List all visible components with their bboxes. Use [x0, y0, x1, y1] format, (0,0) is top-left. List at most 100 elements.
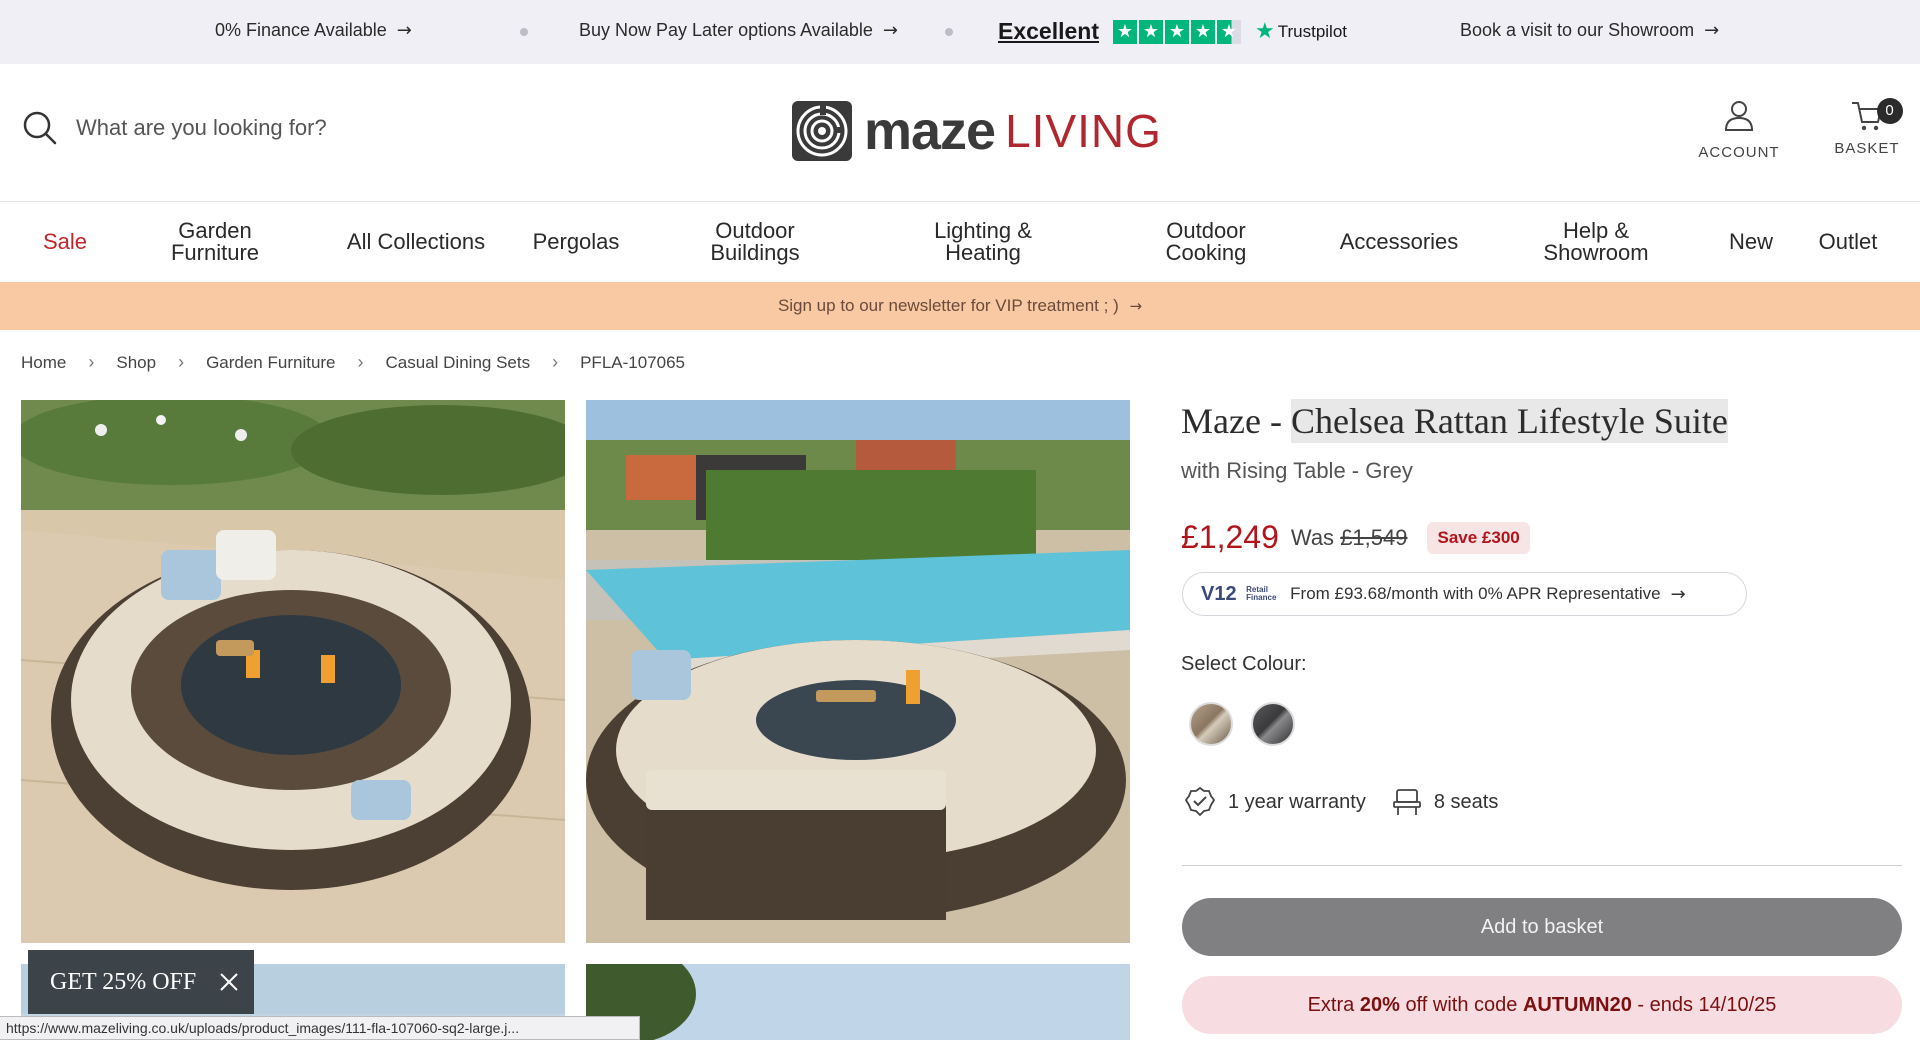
breadcrumb-casual-dining-sets[interactable]: Casual Dining Sets	[386, 353, 531, 373]
logo-subword: LIVING	[1005, 105, 1162, 157]
chevron-right-icon: ›	[552, 352, 559, 372]
breadcrumb-garden-furniture[interactable]: Garden Furniture	[206, 353, 335, 373]
product-features: 1 year warranty 8 seats	[1184, 786, 1498, 818]
breadcrumb-home[interactable]: Home	[21, 353, 66, 373]
was-label: Was	[1290, 524, 1335, 550]
star-half-icon: ★	[1217, 19, 1241, 44]
v12-logo: V12 Retail Finance	[1201, 583, 1280, 606]
separator-dot	[945, 28, 953, 36]
promo-code: AUTUMN20	[1522, 994, 1632, 1016]
arrow-right-icon: →	[396, 20, 412, 41]
maze-logo-icon	[792, 101, 852, 161]
save-badge: Save £300	[1427, 521, 1530, 554]
arrow-right-icon: →	[1129, 297, 1143, 315]
promo-mid: off with code	[1405, 994, 1518, 1016]
arrow-right-icon: →	[882, 20, 898, 41]
nav-accessories[interactable]: Accessories	[1329, 202, 1469, 282]
star-icon: ★	[1191, 19, 1215, 44]
showroom-link[interactable]: Book a visit to our Showroom →	[1460, 20, 1719, 41]
arrow-right-icon: →	[1670, 583, 1686, 605]
current-price: £1,249	[1181, 519, 1279, 555]
newsletter-text: Sign up to our newsletter for VIP treatm…	[777, 296, 1119, 315]
finance-offer-button[interactable]: V12 Retail Finance From £93.68/month wit…	[1182, 572, 1747, 616]
search-icon[interactable]	[22, 110, 58, 146]
product-image-1[interactable]	[21, 400, 565, 943]
nav-outlet[interactable]: Outlet	[1810, 202, 1886, 282]
bnpl-text: Buy Now Pay Later options Available	[579, 20, 873, 40]
was-price: Was £1,549	[1291, 525, 1408, 551]
product-image-2[interactable]	[586, 400, 1130, 943]
basket-count-badge: 0	[1877, 98, 1903, 124]
nav-lighting-heating[interactable]: Lighting & Heating	[918, 202, 1048, 282]
trustpilot-logo: ★ Trustpilot	[1255, 19, 1347, 44]
star-icon: ★	[1139, 19, 1163, 44]
trustpilot-rating: Excellent	[998, 18, 1099, 44]
chevron-right-icon: ›	[178, 352, 185, 372]
price-row: £1,249 Was £1,549 Save £300	[1181, 519, 1530, 556]
was-price-value: £1,549	[1340, 524, 1408, 550]
breadcrumb-current: PFLA-107065	[580, 352, 685, 372]
breadcrumb-shop[interactable]: Shop	[116, 353, 156, 373]
arrow-right-icon: →	[1704, 20, 1720, 41]
chevron-right-icon: ›	[88, 352, 95, 372]
chevron-right-icon: ›	[357, 352, 364, 372]
bnpl-link[interactable]: Buy Now Pay Later options Available →	[579, 20, 898, 41]
basket-button[interactable]: 0 BASKET	[1834, 98, 1903, 157]
basket-label: BASKET	[1834, 140, 1900, 157]
site-logo[interactable]: maze LIVING	[790, 99, 1162, 163]
site-header: maze LIVING ACCOUNT 0 BASKET	[0, 64, 1920, 202]
promo-percent: 20%	[1359, 994, 1400, 1016]
product-title-prefix: Maze -	[1181, 401, 1291, 441]
search-bar[interactable]	[22, 110, 376, 146]
seat-icon	[1392, 789, 1421, 815]
select-colour-label: Select Colour:	[1181, 653, 1307, 675]
nav-help-showroom[interactable]: Help & Showroom	[1533, 202, 1659, 282]
add-to-basket-button[interactable]: Add to basket	[1182, 898, 1902, 956]
product-image-4[interactable]	[586, 964, 1130, 1040]
warranty-badge-icon	[1184, 786, 1216, 817]
account-label: ACCOUNT	[1698, 144, 1780, 161]
trustpilot-widget[interactable]: Excellent ★ ★ ★ ★ ★ ★ Trustpilot	[998, 18, 1347, 45]
colour-swatch-brown[interactable]	[1189, 702, 1233, 746]
nav-outdoor-cooking[interactable]: Outdoor Cooking	[1150, 202, 1262, 282]
finance-link[interactable]: 0% Finance Available →	[215, 20, 412, 41]
announcement-bar: 0% Finance Available → Buy Now Pay Later…	[0, 0, 1920, 64]
warranty-text: 1 year warranty	[1228, 790, 1366, 813]
account-button[interactable]: ACCOUNT	[1698, 100, 1780, 161]
product-title-main: Chelsea Rattan Lifestyle Suite	[1290, 399, 1728, 443]
showroom-text: Book a visit to our Showroom	[1460, 20, 1695, 40]
user-icon	[1724, 101, 1754, 131]
promo-end: - ends 14/10/25	[1637, 994, 1777, 1016]
product-subtitle: with Rising Table - Grey	[1181, 458, 1413, 483]
finance-text: 0% Finance Available	[215, 20, 387, 40]
nav-outdoor-buildings[interactable]: Outdoor Buildings	[695, 202, 815, 282]
nav-garden-furniture[interactable]: Garden Furniture	[155, 202, 275, 282]
trustpilot-stars: ★ ★ ★ ★ ★	[1113, 19, 1241, 44]
nav-sale[interactable]: Sale	[30, 202, 100, 282]
separator-dot	[520, 28, 528, 36]
trustpilot-brand: Trustpilot	[1277, 21, 1348, 41]
nav-new[interactable]: New	[1718, 202, 1784, 282]
main-nav: Sale Garden Furniture All Collections Pe…	[0, 202, 1920, 282]
nav-pergolas[interactable]: Pergolas	[526, 202, 626, 282]
breadcrumb: Home › Shop › Garden Furniture › Casual …	[21, 352, 685, 373]
colour-swatch-grey[interactable]	[1251, 702, 1295, 746]
newsletter-banner[interactable]: Sign up to our newsletter for VIP treatm…	[0, 282, 1920, 330]
search-input[interactable]	[76, 115, 376, 141]
v12-logo-text: V12	[1201, 582, 1237, 605]
product-title: Maze - Chelsea Rattan Lifestyle Suite	[1181, 399, 1728, 443]
seats-text: 8 seats	[1433, 790, 1499, 813]
v12-logo-small: Retail Finance	[1246, 585, 1277, 603]
status-bar-url: https://www.mazeliving.co.uk/uploads/pro…	[0, 1016, 640, 1040]
star-icon: ★	[1165, 19, 1189, 44]
promo-extra: Extra	[1307, 994, 1355, 1016]
promo-code-banner: Extra 20% off with code AUTUMN20 - ends …	[1182, 976, 1902, 1034]
star-icon: ★	[1113, 19, 1137, 44]
nav-all-collections[interactable]: All Collections	[345, 202, 487, 282]
discount-popup-text: GET 25% OFF	[50, 968, 197, 995]
finance-text: From £93.68/month with 0% APR Representa…	[1290, 584, 1661, 603]
discount-popup-tab[interactable]: GET 25% OFF	[28, 950, 254, 1014]
divider	[1182, 865, 1902, 866]
trustpilot-star-icon: ★	[1255, 19, 1275, 44]
close-icon[interactable]	[218, 971, 240, 993]
